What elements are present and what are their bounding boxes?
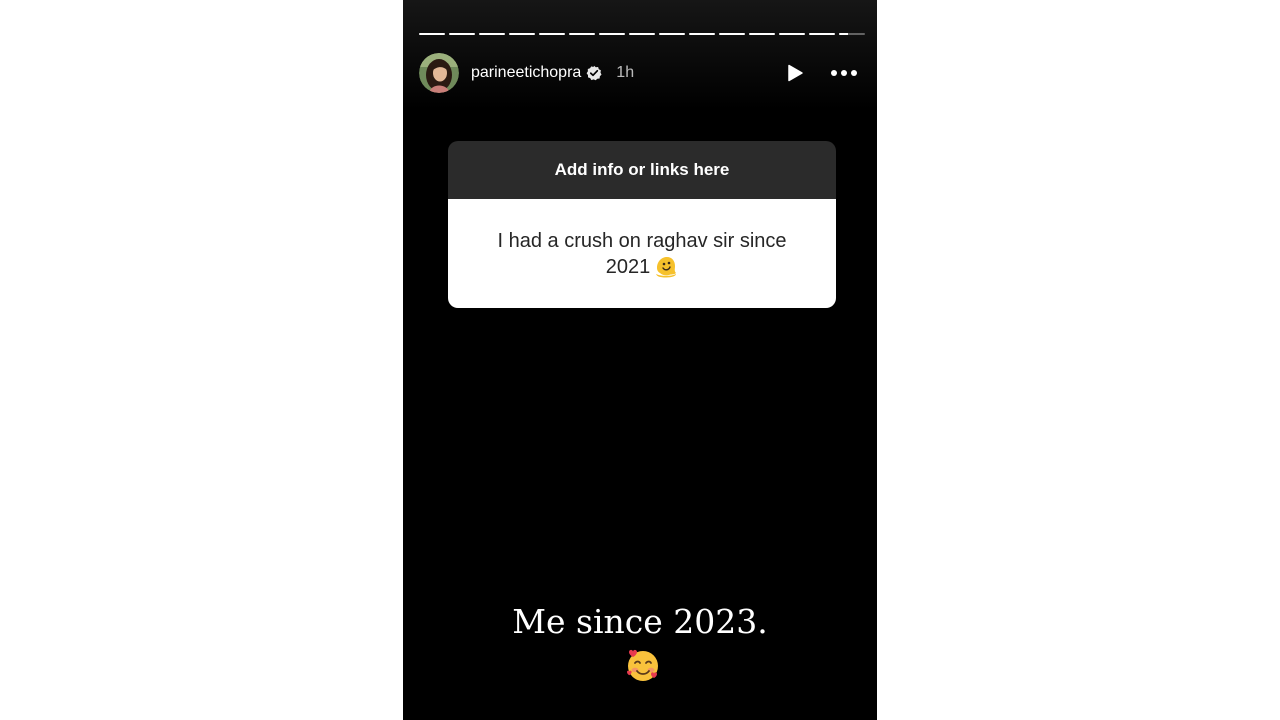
story-progress-segment	[779, 33, 805, 35]
story-progress-fill	[839, 33, 849, 35]
story-viewer[interactable]: parineetichopra 1h Add info or links her…	[403, 0, 877, 720]
story-progress-segment	[479, 33, 505, 35]
story-progress-fill	[449, 33, 475, 35]
story-progress-segment	[689, 33, 715, 35]
more-horizontal-icon	[831, 70, 857, 76]
story-progress-fill	[809, 33, 835, 35]
story-progress-segment	[719, 33, 745, 35]
story-progress-fill	[419, 33, 445, 35]
avatar[interactable]	[419, 53, 459, 93]
play-icon	[788, 64, 803, 82]
story-progress-fill	[569, 33, 595, 35]
story-progress-segment	[809, 33, 835, 35]
story-progress-segment	[449, 33, 475, 35]
story-time-ago: 1h	[616, 64, 635, 81]
story-progress-segment	[419, 33, 445, 35]
story-progress-segment	[629, 33, 655, 35]
story-progress-fill	[719, 33, 745, 35]
question-sticker-header: Add info or links here	[448, 141, 836, 199]
story-header: parineetichopra 1h	[419, 52, 865, 94]
story-progress-fill	[689, 33, 715, 35]
question-answer-text: I had a crush on raghav sir since 2021	[497, 229, 787, 278]
story-progress-segment	[539, 33, 565, 35]
story-progress-segment	[659, 33, 685, 35]
story-progress-fill	[539, 33, 565, 35]
play-button[interactable]	[783, 61, 807, 85]
question-sticker-body: I had a crush on raghav sir since 2021	[448, 199, 836, 308]
page: parineetichopra 1h Add info or links her…	[0, 0, 1280, 720]
question-sticker[interactable]: Add info or links here I had a crush on …	[448, 141, 836, 308]
story-progress-segment	[749, 33, 775, 35]
question-answer: I had a crush on raghav sir since 2021	[492, 228, 792, 280]
story-progress-fill	[779, 33, 805, 35]
story-progress-segment	[509, 33, 535, 35]
username[interactable]: parineetichopra	[471, 64, 581, 82]
story-progress-fill	[479, 33, 505, 35]
more-options-button[interactable]	[829, 61, 859, 85]
melting-face-emoji-icon	[654, 254, 678, 278]
story-progress-fill	[509, 33, 535, 35]
story-progress-fill	[659, 33, 685, 35]
story-progress-fill	[599, 33, 625, 35]
story-progress-segment	[599, 33, 625, 35]
story-progress-bar	[419, 33, 865, 35]
story-progress-segment	[839, 33, 865, 35]
story-progress-segment	[569, 33, 595, 35]
smiling-face-with-hearts-icon	[624, 646, 662, 684]
story-caption: Me since 2023.	[512, 602, 768, 641]
story-progress-fill	[749, 33, 775, 35]
story-progress-fill	[629, 33, 655, 35]
verified-badge-icon	[586, 65, 602, 81]
